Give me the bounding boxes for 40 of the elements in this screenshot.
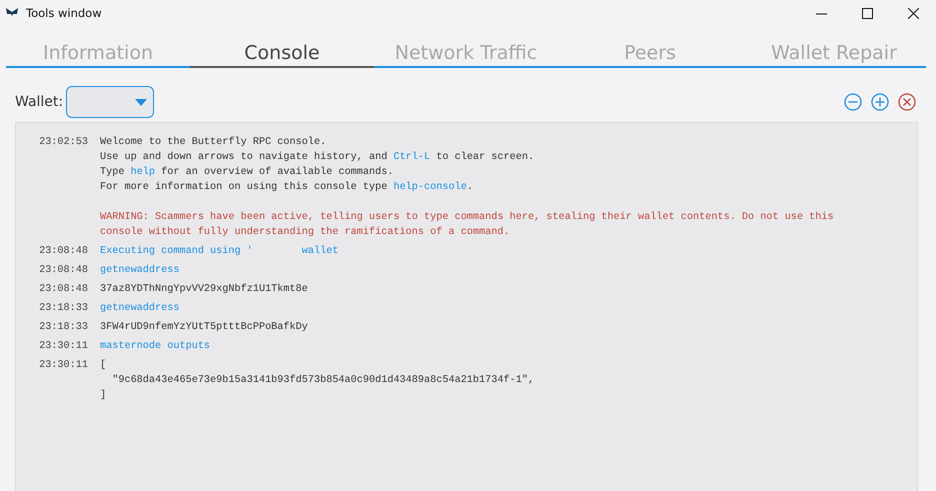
reply-text: "9c68da43e465e73e9b15a3141b93fd573b854a0c90d1d43489a8c54a21b1734f-1", [111, 374, 534, 388]
timestamp: 23:02:53 [38, 136, 88, 150]
command-text: getnewaddress [100, 264, 180, 278]
timestamp: 23:08:48 [38, 283, 88, 297]
reply-text: [ [100, 358, 108, 373]
caret-icon [135, 98, 148, 106]
timestamp: 23:30:11 [38, 359, 88, 373]
timestamp: 23:08:48 [38, 264, 88, 278]
command-keyword: help-console [393, 182, 467, 193]
console-text: Welcome to the Butterfly RPC console. [100, 136, 328, 150]
timestamp: 23:08:48 [38, 245, 88, 259]
wallet-dropdown[interactable] [66, 86, 154, 118]
warning-text: WARNING: Scammers have been active, telling users to type commands here, stealing their wallet contents. Do not use this console without fully understanding the ramifications of a command. [100, 210, 835, 240]
wallet-label: Wallet: [15, 94, 64, 110]
timestamp: 23:18:33 [38, 321, 88, 335]
command-text: getnewaddress [100, 302, 180, 316]
reply-text: 37az8YDThNngYpvVV29xgNbfz1U1Tkmt8e [100, 282, 308, 297]
reply-text: 3FW4rUD9nfemYzYUtT5ptttBcPPoBafkDy [100, 320, 308, 335]
console-text: For more information on using this console type help-console. [100, 180, 474, 195]
tab[interactable]: Network Traffic [374, 42, 558, 68]
tab[interactable]: Console [190, 42, 374, 68]
window-title: Tools window [26, 6, 103, 20]
command-keyword: Ctrl-L [393, 152, 430, 163]
tab[interactable]: Peers [558, 42, 742, 68]
tab[interactable]: Information [6, 42, 190, 68]
command-text: masternode outputs [100, 340, 210, 354]
close-icon [908, 8, 918, 18]
timestamp: 23:30:11 [38, 340, 88, 354]
reply-text: ] [100, 388, 108, 403]
butterfly-icon [6, 8, 18, 18]
zoom-in-icon[interactable] [871, 93, 889, 111]
console-text: Use up and down arrows to navigate history, and Ctrl-L to clear screen. [100, 150, 536, 165]
console-text: Type help for an overview of available commands. [100, 166, 394, 180]
zoom-out-icon[interactable] [844, 93, 862, 111]
clear-icon[interactable] [898, 93, 916, 111]
tab[interactable]: Wallet Repair [742, 42, 926, 68]
timestamp: 23:18:33 [38, 302, 88, 316]
command-keyword: help [130, 167, 156, 178]
command-text: Executing command using ' wallet [100, 244, 338, 259]
maximize-icon [862, 8, 872, 18]
